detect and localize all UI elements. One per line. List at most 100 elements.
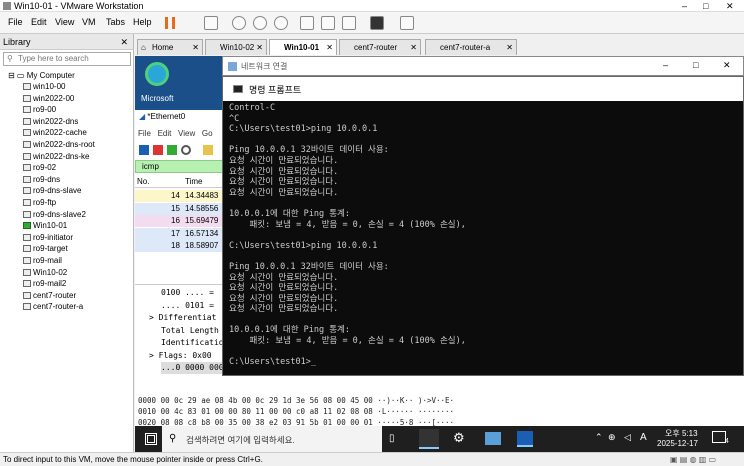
tray-network-icon[interactable]: ⊕ (608, 432, 616, 443)
detail-line[interactable]: ...0 0000 000 (161, 362, 224, 374)
library-item[interactable]: ro9-initiator (23, 232, 73, 243)
menu-file[interactable]: File (8, 17, 23, 27)
full-screen-icon[interactable] (342, 16, 356, 30)
library-item[interactable]: cent7-router-a (23, 301, 83, 312)
close-button[interactable]: ✕ (726, 0, 734, 12)
menu-view[interactable]: View (55, 17, 74, 27)
ws-menu-go[interactable]: Go (202, 129, 213, 138)
revert-snapshot-icon[interactable] (253, 16, 267, 30)
tab-win10-01[interactable]: Win10-01 ✕ (269, 39, 337, 55)
thumbnail-view-icon[interactable] (321, 16, 335, 30)
ws-menu-file[interactable]: File (138, 129, 151, 138)
packet-row[interactable]: 16 15.69479 (135, 215, 235, 227)
menu-tabs[interactable]: Tabs (106, 17, 125, 27)
windows-start-icon[interactable] (145, 433, 157, 445)
detail-line[interactable]: 0100 .... = (161, 287, 214, 299)
library-search-input[interactable]: ⚲ Type here to search (3, 52, 131, 66)
library-item[interactable]: win2022-dns-root (23, 139, 95, 150)
library-item[interactable]: ro9-dns (23, 174, 60, 185)
library-item[interactable]: win2022-cache (23, 127, 87, 138)
detail-line[interactable]: Total Length (161, 325, 219, 337)
tray-volume-icon[interactable]: ◁ (624, 432, 631, 443)
tab-close-icon[interactable]: ✕ (192, 40, 199, 55)
tab-cent7-router-a[interactable]: cent7-router-a ✕ (425, 39, 517, 55)
library-item[interactable]: ro9-ftp (23, 197, 56, 208)
library-item-label: ro9-dns-slave (33, 186, 82, 196)
taskbar-search-input[interactable]: ⚲ 검색하려면 여기에 입력하세요. (162, 426, 382, 452)
library-item-label: win2022-dns-ke (33, 151, 90, 161)
library-item[interactable]: win2022-00 (23, 93, 74, 104)
tree-root-my-computer[interactable]: ⊟ ▭ My Computer (8, 70, 75, 81)
stretch-icon[interactable] (400, 16, 414, 30)
clock-date[interactable]: 2025-12-17 (657, 439, 698, 448)
task-view-icon[interactable]: ▯ (389, 433, 395, 444)
library-item[interactable]: cent7-router (23, 290, 76, 301)
library-item[interactable]: ro9-mail (23, 255, 62, 266)
library-item[interactable]: ro9-dns-slave2 (23, 209, 86, 220)
console-view-icon[interactable] (370, 16, 384, 30)
open-file-icon[interactable] (203, 145, 213, 155)
packet-row[interactable]: 18 18.58907 (135, 240, 235, 252)
display-filter-input[interactable]: icmp (135, 160, 235, 173)
library-item[interactable]: win10-00 (23, 81, 65, 92)
ws-menu-view[interactable]: View (178, 129, 195, 138)
settings-gear-icon[interactable]: ⚙ (453, 430, 465, 446)
library-item[interactable]: ro9-mail2 (23, 278, 66, 289)
network-taskbar-icon[interactable] (485, 432, 501, 445)
library-item[interactable]: ro9-00 (23, 104, 56, 115)
packet-details: 0100 .... =.... 0101 = > Differentiat Tota… (135, 284, 235, 378)
tab-win10-02[interactable]: Win10-02 ✕ (205, 39, 267, 55)
clock-time[interactable]: 오후 5:13 (665, 428, 698, 439)
command-prompt-window[interactable]: 명령 프롬프트 Control-C ^C C:\Users\test01>ping … (222, 76, 744, 376)
send-ctrl-alt-del-icon[interactable] (204, 16, 218, 30)
packet-row[interactable]: 14 14.34483 (135, 190, 235, 202)
shark-fin-icon[interactable] (139, 145, 149, 155)
device-icons[interactable]: ▣ ▤ ◍ ▥ ▭ (670, 455, 716, 464)
tab-close-icon[interactable]: ✕ (410, 40, 417, 55)
library-item[interactable]: ro9-dns-slave (23, 185, 82, 196)
restart-capture-icon[interactable] (167, 145, 177, 155)
net-minimize-button[interactable]: – (663, 60, 668, 70)
library-item[interactable]: win2022-dns-ke (23, 151, 90, 162)
tab-home[interactable]: ⌂ Home ✕ (137, 39, 203, 55)
packet-row[interactable]: 15 14.58556 (135, 202, 235, 215)
tab-close-icon[interactable]: ✕ (506, 40, 513, 55)
close-library-icon[interactable]: ✕ (120, 34, 128, 50)
detail-line[interactable]: > Differentiat (149, 312, 216, 324)
edge-icon[interactable] (145, 62, 169, 86)
menu-help[interactable]: Help (133, 17, 152, 27)
wireshark-taskbar-icon[interactable] (517, 431, 533, 447)
pause-icon[interactable] (165, 17, 175, 29)
options-icon[interactable] (181, 145, 191, 155)
cmd-taskbar-icon[interactable] (419, 429, 439, 449)
library-item[interactable]: ro9-target (23, 243, 68, 254)
net-close-button[interactable]: ✕ (723, 60, 731, 71)
notification-icon[interactable] (712, 431, 726, 443)
col-time-header[interactable]: Time (185, 176, 202, 188)
library-item[interactable]: win2022-dns (23, 116, 78, 127)
library-item[interactable]: Win10-02 (23, 267, 67, 278)
tab-close-icon[interactable]: ✕ (326, 40, 333, 55)
tab-cent7-router[interactable]: cent7-router ✕ (339, 39, 421, 55)
snapshot-icon[interactable] (232, 16, 246, 30)
tray-up-icon[interactable]: ⌃ (595, 432, 603, 443)
ime-indicator[interactable]: A (640, 432, 647, 443)
snapshot-manager-icon[interactable] (274, 16, 288, 30)
menu-edit[interactable]: Edit (31, 17, 47, 27)
col-no-header[interactable]: No. (137, 176, 149, 188)
menu-vm[interactable]: VM (82, 17, 96, 27)
ws-menu-edit[interactable]: Edit (158, 129, 172, 138)
library-item[interactable]: Win10-01 (23, 220, 67, 231)
net-maximize-button[interactable]: □ (693, 60, 698, 70)
packet-row[interactable]: 17 16.57134 (135, 227, 235, 240)
detail-line[interactable]: .... 0101 = (161, 300, 214, 312)
minimize-button[interactable]: – (682, 0, 687, 12)
maximize-button[interactable]: □ (703, 0, 708, 12)
tab-close-icon[interactable]: ✕ (256, 40, 263, 55)
detail-line[interactable]: Identificatio (161, 337, 224, 349)
cmd-output[interactable]: Control-C ^C C:\Users\test01>ping 10.0.0.1… (229, 103, 739, 373)
library-item[interactable]: ro9-02 (23, 162, 56, 173)
detail-line[interactable]: > Flags: 0x00 (149, 350, 212, 362)
stop-capture-icon[interactable] (153, 145, 163, 155)
library-view-icon[interactable] (300, 16, 314, 30)
